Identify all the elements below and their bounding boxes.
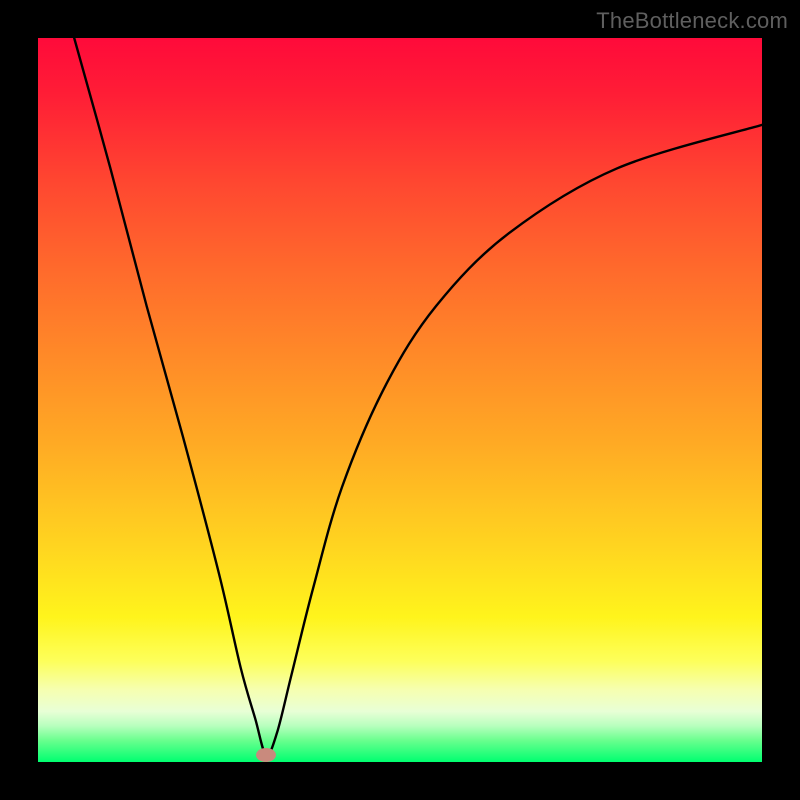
optimal-point-marker [256, 748, 276, 762]
chart-container: TheBottleneck.com [0, 0, 800, 800]
plot-background-gradient [38, 38, 762, 762]
watermark-text: TheBottleneck.com [596, 8, 788, 34]
